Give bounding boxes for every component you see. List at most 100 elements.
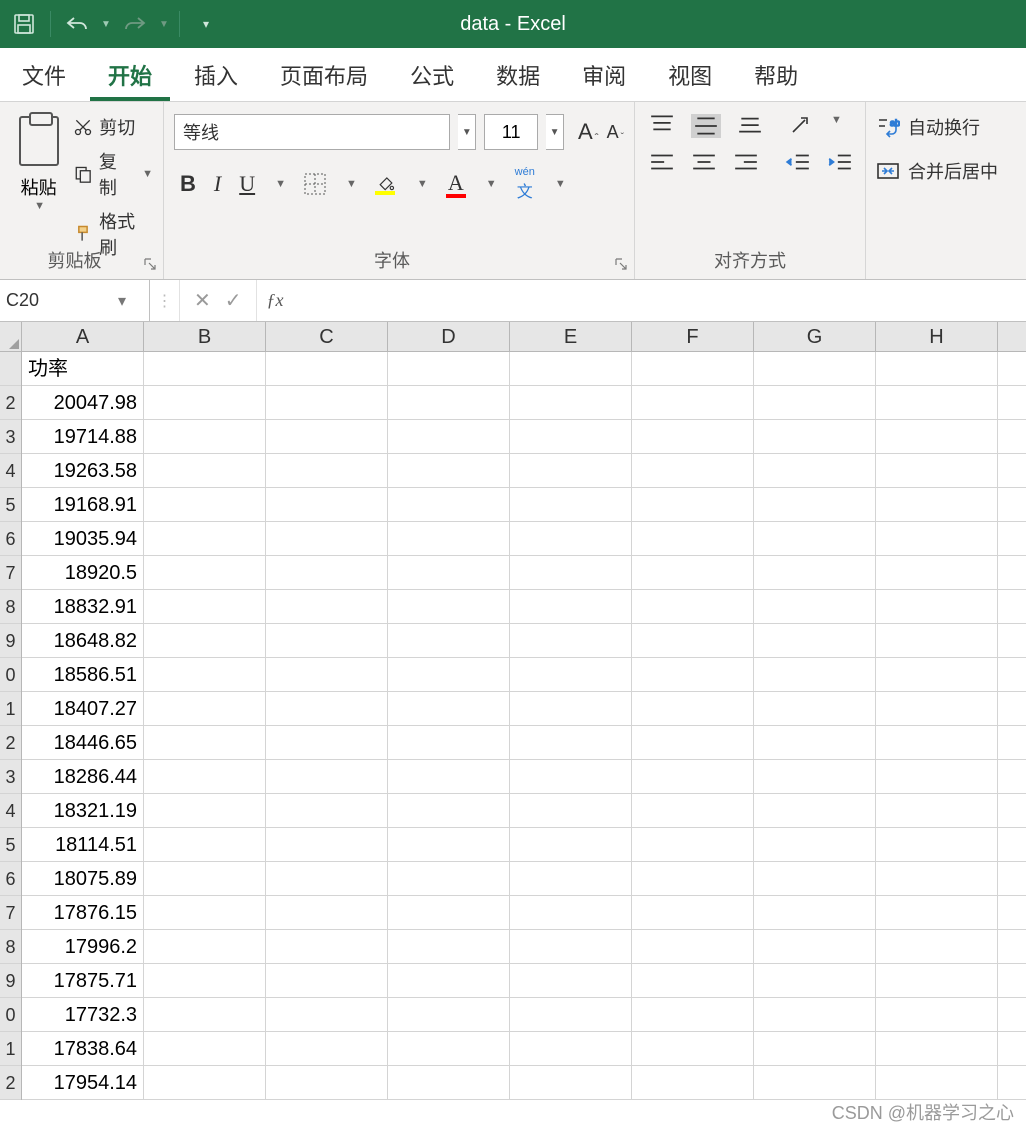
- cell[interactable]: 18114.51: [22, 828, 144, 861]
- fx-icon[interactable]: ƒx: [257, 280, 294, 321]
- cell[interactable]: [144, 930, 266, 963]
- cell[interactable]: [144, 556, 266, 589]
- cell[interactable]: [144, 760, 266, 793]
- cell[interactable]: [876, 896, 998, 929]
- column-header[interactable]: F: [632, 322, 754, 351]
- cell[interactable]: [876, 726, 998, 759]
- cell[interactable]: [144, 624, 266, 657]
- cell[interactable]: [144, 590, 266, 623]
- cell[interactable]: [510, 658, 632, 691]
- cell[interactable]: [632, 794, 754, 827]
- cell[interactable]: [144, 726, 266, 759]
- cell[interactable]: 19263.58: [22, 454, 144, 487]
- row-header[interactable]: 3: [0, 760, 21, 794]
- cell[interactable]: 20047.98: [22, 386, 144, 419]
- wrap-text-button[interactable]: ab 自动换行: [876, 114, 1016, 140]
- row-header[interactable]: 7: [0, 556, 21, 590]
- cell[interactable]: 19168.91: [22, 488, 144, 521]
- cell[interactable]: [754, 488, 876, 521]
- cell[interactable]: [754, 760, 876, 793]
- cell[interactable]: 18832.91: [22, 590, 144, 623]
- border-button[interactable]: [304, 173, 326, 195]
- italic-button[interactable]: I: [214, 171, 221, 197]
- cell[interactable]: [388, 522, 510, 555]
- cell[interactable]: 18586.51: [22, 658, 144, 691]
- save-icon[interactable]: [6, 6, 42, 42]
- cell[interactable]: [266, 828, 388, 861]
- cell[interactable]: [876, 1066, 998, 1099]
- cell[interactable]: [388, 420, 510, 453]
- tab-home[interactable]: 开始: [90, 47, 170, 101]
- cell[interactable]: [876, 794, 998, 827]
- cell[interactable]: [266, 998, 388, 1031]
- cell[interactable]: [754, 1066, 876, 1099]
- row-header[interactable]: 6: [0, 862, 21, 896]
- cell[interactable]: [632, 386, 754, 419]
- row-header[interactable]: 4: [0, 454, 21, 488]
- cancel-icon[interactable]: ✕: [194, 288, 211, 313]
- cell[interactable]: [266, 862, 388, 895]
- cell[interactable]: [144, 454, 266, 487]
- cell[interactable]: [144, 862, 266, 895]
- cell[interactable]: [144, 794, 266, 827]
- cell[interactable]: [388, 386, 510, 419]
- row-header[interactable]: 2: [0, 1066, 21, 1100]
- cell[interactable]: [266, 590, 388, 623]
- cell[interactable]: [632, 964, 754, 997]
- cell[interactable]: [266, 658, 388, 691]
- cell[interactable]: [388, 692, 510, 725]
- row-header[interactable]: 6: [0, 522, 21, 556]
- cell[interactable]: [632, 556, 754, 589]
- cell[interactable]: [632, 1066, 754, 1099]
- font-size-select[interactable]: [484, 114, 538, 150]
- cell[interactable]: [266, 1066, 388, 1099]
- cell[interactable]: [144, 386, 266, 419]
- row-header[interactable]: 4: [0, 794, 21, 828]
- cell[interactable]: [144, 522, 266, 555]
- cell[interactable]: [144, 488, 266, 521]
- tab-insert[interactable]: 插入: [176, 47, 256, 101]
- row-header[interactable]: [0, 352, 21, 386]
- cell[interactable]: [510, 556, 632, 589]
- cell[interactable]: [876, 828, 998, 861]
- cell[interactable]: [876, 522, 998, 555]
- chevron-down-icon[interactable]: ▼: [275, 178, 286, 190]
- align-left-button[interactable]: [649, 152, 675, 172]
- cell[interactable]: 18407.27: [22, 692, 144, 725]
- undo-icon[interactable]: [59, 6, 95, 42]
- drag-handle-icon[interactable]: ⋮: [150, 280, 180, 321]
- column-header[interactable]: C: [266, 322, 388, 351]
- cell[interactable]: [876, 930, 998, 963]
- row-header[interactable]: 1: [0, 692, 21, 726]
- cell[interactable]: [754, 386, 876, 419]
- fill-color-button[interactable]: [375, 173, 397, 195]
- cell[interactable]: [266, 624, 388, 657]
- row-header[interactable]: 2: [0, 726, 21, 760]
- cell[interactable]: [144, 896, 266, 929]
- paste-button[interactable]: 粘贴 ▼: [10, 110, 67, 251]
- tab-review[interactable]: 审阅: [564, 47, 644, 101]
- chevron-down-icon[interactable]: ▼: [555, 178, 566, 190]
- cell[interactable]: [876, 624, 998, 657]
- cell[interactable]: [876, 488, 998, 521]
- cell[interactable]: [754, 420, 876, 453]
- tab-help[interactable]: 帮助: [736, 47, 816, 101]
- cell[interactable]: [510, 692, 632, 725]
- row-header[interactable]: 0: [0, 658, 21, 692]
- cell[interactable]: [388, 454, 510, 487]
- cell[interactable]: [266, 556, 388, 589]
- cell[interactable]: [876, 658, 998, 691]
- cell[interactable]: 17954.14: [22, 1066, 144, 1099]
- cell[interactable]: [266, 488, 388, 521]
- cell[interactable]: [510, 930, 632, 963]
- cell[interactable]: [876, 352, 998, 385]
- cell[interactable]: [876, 590, 998, 623]
- cell[interactable]: [388, 556, 510, 589]
- cell[interactable]: [876, 862, 998, 895]
- cell[interactable]: [144, 1066, 266, 1099]
- chevron-down-icon[interactable]: ▼: [417, 178, 428, 190]
- cell[interactable]: [388, 352, 510, 385]
- cell[interactable]: [510, 998, 632, 1031]
- cell[interactable]: [876, 964, 998, 997]
- cell[interactable]: 18920.5: [22, 556, 144, 589]
